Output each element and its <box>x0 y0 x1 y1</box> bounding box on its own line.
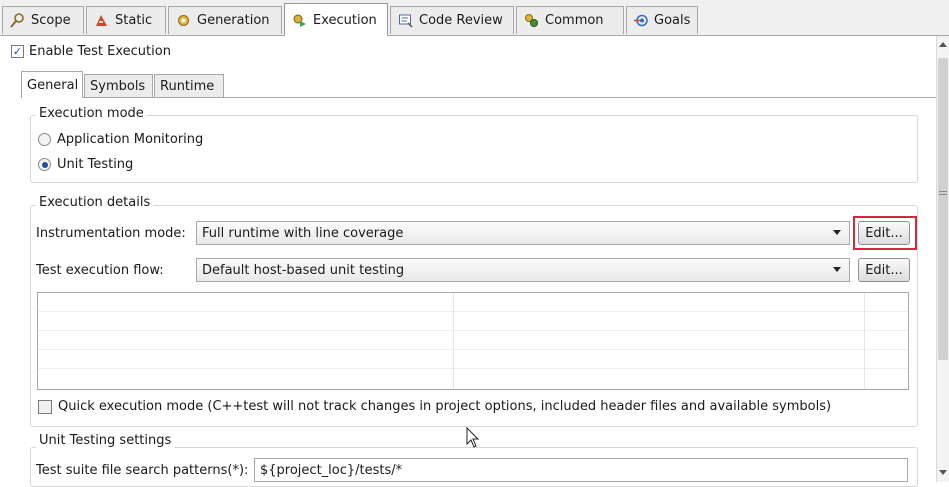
tab-static-label: Static <box>115 13 153 28</box>
subtab-divider <box>22 97 936 98</box>
subtab-symbols[interactable]: Symbols <box>84 74 153 97</box>
test-suite-pattern-value: ${project_loc}/tests/* <box>260 462 403 478</box>
tab-execution-label: Execution <box>313 12 377 28</box>
table-row <box>38 349 908 350</box>
instrumentation-mode-label: Instrumentation mode: <box>36 226 186 241</box>
execution-icon <box>291 12 307 28</box>
radio-unit-testing[interactable]: Unit Testing <box>38 157 133 172</box>
table-row <box>38 330 908 331</box>
enable-test-execution-checkbox[interactable]: ✓ <box>11 45 24 58</box>
instrumentation-mode-value: Full runtime with line coverage <box>202 225 404 241</box>
tab-common[interactable]: Common <box>516 6 624 34</box>
enable-test-execution-label: Enable Test Execution <box>29 44 171 59</box>
tab-goals[interactable]: Goals <box>626 6 698 34</box>
instrumentation-edit-button[interactable]: Edit... <box>858 221 910 245</box>
radio-button-selected-icon[interactable] <box>38 158 51 171</box>
tab-common-label: Common <box>545 13 604 28</box>
subtab-runtime[interactable]: Runtime <box>154 74 224 97</box>
table-row <box>38 311 908 312</box>
tab-goals-label: Goals <box>654 13 691 28</box>
subtab-general[interactable]: General <box>21 71 83 98</box>
subtab-runtime-label: Runtime <box>160 78 215 94</box>
tab-generation-label: Generation <box>197 13 270 28</box>
tab-generation[interactable]: Generation <box>168 6 282 34</box>
code-review-icon <box>397 13 413 29</box>
tab-code-review-label: Code Review <box>419 13 503 28</box>
radio-application-monitoring[interactable]: Application Monitoring <box>38 132 203 147</box>
flow-edit-button[interactable]: Edit... <box>858 258 910 282</box>
quick-execution-mode-label: Quick execution mode (C++test will not t… <box>58 399 832 414</box>
common-icon <box>523 13 539 29</box>
radio-application-monitoring-label: Application Monitoring <box>57 132 204 147</box>
scrollbar-grip-icon <box>939 194 947 195</box>
subtab-symbols-label: Symbols <box>90 78 146 94</box>
radio-button-icon[interactable] <box>38 133 51 146</box>
chevron-down-icon <box>833 267 841 272</box>
scroll-up-arrow-icon[interactable] <box>939 42 947 47</box>
tab-code-review[interactable]: Code Review <box>390 6 514 34</box>
test-execution-flow-label: Test execution flow: <box>36 263 164 278</box>
instrumentation-mode-select[interactable]: Full runtime with line coverage <box>196 221 850 245</box>
quick-execution-mode-checkbox[interactable] <box>38 399 52 414</box>
table-column-divider <box>453 293 454 389</box>
scope-icon <box>9 13 25 29</box>
test-suite-pattern-label: Test suite file search patterns(*): <box>36 463 249 478</box>
scroll-down-arrow-icon[interactable] <box>939 470 947 475</box>
vertical-scrollbar[interactable] <box>936 36 949 482</box>
test-execution-flow-select[interactable]: Default host-based unit testing <box>196 258 850 282</box>
scrollbar-thumb[interactable] <box>938 58 948 360</box>
quick-execution-mode[interactable]: Quick execution mode (C++test will not t… <box>38 399 831 414</box>
test-execution-flow-value: Default host-based unit testing <box>202 262 405 278</box>
test-suite-pattern-input[interactable]: ${project_loc}/tests/* <box>254 458 908 482</box>
execution-flow-properties-table[interactable] <box>37 292 909 390</box>
tab-scope[interactable]: Scope <box>2 6 84 34</box>
mouse-cursor-icon <box>466 426 480 449</box>
table-row <box>38 368 908 369</box>
tab-execution[interactable]: Execution <box>284 3 388 36</box>
tab-scope-label: Scope <box>31 13 71 28</box>
scrollbar-grip-icon <box>939 191 947 192</box>
static-icon <box>93 13 109 29</box>
enable-test-execution[interactable]: ✓ Enable Test Execution <box>11 44 171 59</box>
chevron-down-icon <box>833 230 841 235</box>
goals-icon <box>633 13 648 29</box>
generation-icon <box>175 13 191 29</box>
radio-unit-testing-label: Unit Testing <box>57 157 134 172</box>
execution-mode-legend: Execution mode <box>36 106 147 121</box>
table-column-divider <box>864 293 865 389</box>
execution-mode-group <box>30 115 918 183</box>
execution-details-legend: Execution details <box>36 195 154 210</box>
tab-static[interactable]: Static <box>86 6 166 34</box>
subtab-general-label: General <box>27 77 79 93</box>
unit-testing-settings-legend: Unit Testing settings <box>36 433 175 448</box>
